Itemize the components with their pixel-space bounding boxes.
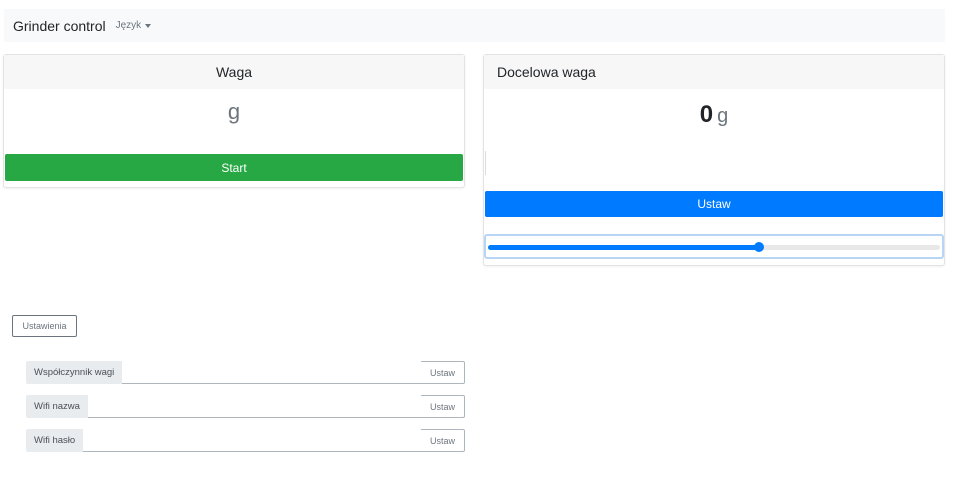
- caret-down-icon: [145, 23, 152, 28]
- setting-row-wifi-password: Wifi hasło Ustaw: [26, 429, 465, 452]
- slider-track[interactable]: [488, 242, 940, 252]
- language-label: Język: [115, 20, 142, 31]
- set-target-button[interactable]: Ustaw: [485, 191, 943, 217]
- weight-card-header: Waga: [4, 55, 464, 89]
- setting-label: Wifi hasło: [26, 429, 84, 452]
- setting-label: Wifi nazwa: [26, 395, 88, 418]
- weight-card: Waga g Start: [3, 54, 465, 188]
- weight-card-title: Waga: [215, 64, 253, 80]
- navbar-brand[interactable]: Grinder control: [13, 18, 106, 34]
- slider-thumb[interactable]: [754, 242, 765, 252]
- target-weight-slider[interactable]: [484, 234, 944, 259]
- slider-fill: [488, 245, 760, 250]
- target-weight-card: Docelowa waga 0g Ustaw: [483, 54, 945, 266]
- wifi-password-input[interactable]: [83, 429, 421, 452]
- target-weight-display: 0g: [484, 101, 944, 129]
- target-weight-unit: g: [717, 105, 729, 127]
- setting-row-wifi-name: Wifi nazwa Ustaw: [26, 395, 465, 418]
- navbar: Grinder control Język: [4, 9, 945, 42]
- setting-label: Współczynnik wagi: [26, 361, 123, 384]
- target-weight-value: 0: [699, 101, 714, 128]
- settings-button[interactable]: Ustawienia: [12, 315, 77, 337]
- set-wifi-password-button[interactable]: Ustaw: [421, 429, 465, 452]
- wifi-name-input[interactable]: [87, 395, 421, 418]
- target-weight-input[interactable]: [485, 151, 943, 175]
- set-scale-factor-button[interactable]: Ustaw: [421, 361, 465, 384]
- start-button[interactable]: Start: [5, 154, 463, 181]
- scale-factor-input[interactable]: [122, 361, 421, 384]
- language-dropdown[interactable]: Język: [116, 20, 152, 31]
- set-wifi-name-button[interactable]: Ustaw: [421, 395, 465, 418]
- current-weight-unit: g: [227, 99, 241, 124]
- setting-row-scale-factor: Współczynnik wagi Ustaw: [26, 361, 465, 384]
- target-card-title: Docelowa waga: [497, 64, 596, 80]
- target-card-header: Docelowa waga: [484, 55, 944, 89]
- current-weight-display: g: [4, 99, 464, 125]
